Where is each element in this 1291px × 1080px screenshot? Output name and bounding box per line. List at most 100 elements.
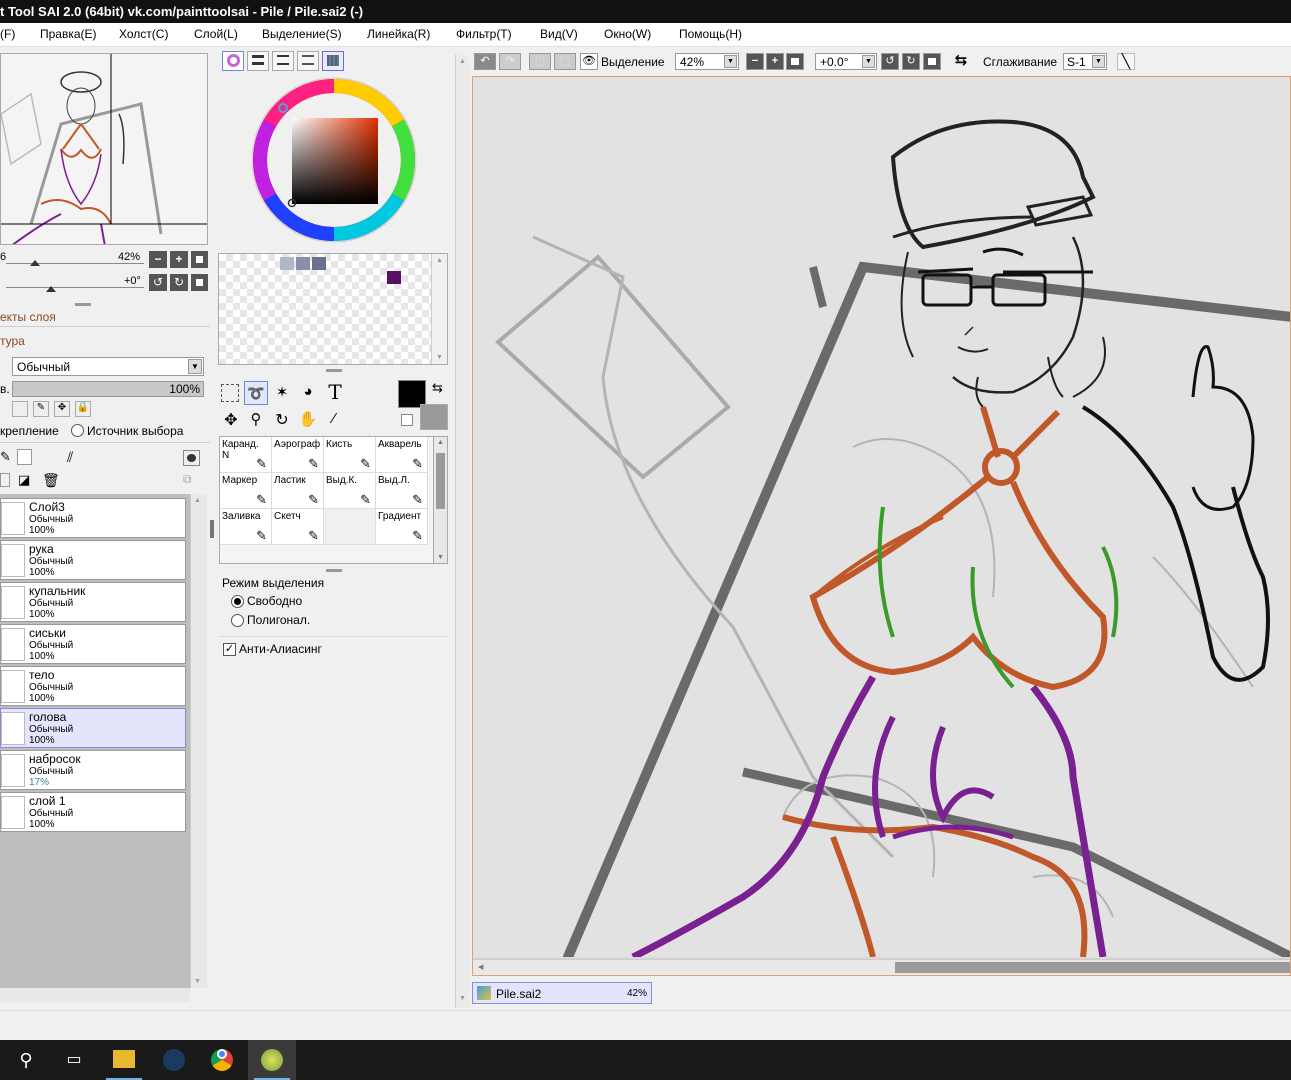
magic-wand-icon[interactable]: ✶ bbox=[272, 383, 292, 403]
lock-move-icon[interactable]: ✥ bbox=[54, 401, 70, 417]
angle-slider-thumb[interactable] bbox=[46, 286, 56, 292]
swap-colors-icon[interactable]: ⇆ bbox=[432, 380, 443, 396]
eyedropper-icon[interactable]: ⁄ bbox=[324, 410, 344, 430]
deselect-button[interactable]: ⬚ bbox=[529, 53, 551, 70]
angle-slider-track[interactable] bbox=[6, 287, 144, 288]
swatch-gray-3[interactable] bbox=[312, 257, 326, 270]
brush-slot[interactable]: Скетч ✎ bbox=[272, 509, 324, 545]
zoom-reset-button[interactable] bbox=[191, 251, 208, 268]
lasso-icon[interactable]: ➰ bbox=[244, 381, 268, 405]
background-color[interactable] bbox=[420, 404, 448, 430]
shape-icon[interactable]: ◕ bbox=[298, 383, 318, 403]
swatch-palette[interactable]: ▲ ▼ bbox=[218, 253, 448, 365]
invert-selection-button[interactable]: ⬚ bbox=[554, 53, 576, 70]
angle-select[interactable]: +0.0° ▼ bbox=[815, 53, 877, 70]
file-explorer-icon[interactable] bbox=[100, 1040, 148, 1080]
text-tool-icon[interactable]: T bbox=[324, 380, 346, 404]
painttool-sai-icon[interactable] bbox=[248, 1040, 296, 1080]
source-radio[interactable] bbox=[71, 424, 84, 437]
layer-list-hscrollbar[interactable] bbox=[0, 988, 190, 1002]
document-tab[interactable]: Pile.sai2 42% bbox=[472, 982, 652, 1004]
menu-filter[interactable]: Фильтр(T) bbox=[456, 27, 512, 41]
flip-horizontal-icon[interactable]: ⇆ bbox=[952, 53, 970, 70]
layer-effects-label[interactable]: екты слоя bbox=[0, 310, 56, 324]
brush-slot[interactable]: Аэрограф ✎ bbox=[272, 437, 324, 473]
menu-canvas[interactable]: Холст(C) bbox=[119, 27, 168, 41]
rect-select-icon[interactable] bbox=[221, 384, 239, 402]
zoom-out-button[interactable]: − bbox=[746, 53, 764, 70]
color-wheel[interactable] bbox=[250, 76, 418, 244]
move-icon[interactable]: ✥ bbox=[221, 410, 241, 430]
color-mixer-tab[interactable] bbox=[297, 51, 319, 71]
layer-row[interactable]: сиськи Обычный 100% bbox=[0, 624, 186, 664]
menu-ruler[interactable]: Линейка(R) bbox=[367, 27, 430, 41]
zoom-in-button[interactable]: + bbox=[766, 53, 784, 70]
zoom-select[interactable]: 42% ▼ bbox=[675, 53, 739, 70]
brush-slot[interactable]: Заливка ✎ bbox=[220, 509, 272, 545]
rotate-left-button[interactable]: ↺ bbox=[149, 274, 167, 291]
menu-file[interactable]: (F) bbox=[0, 27, 15, 41]
swatch-gray-2[interactable] bbox=[296, 257, 310, 270]
navigator-preview[interactable] bbox=[0, 53, 208, 245]
layer-list-scrollbar[interactable]: ▲ ▼ bbox=[190, 494, 207, 988]
brush-scrollbar[interactable]: ▲ ▼ bbox=[433, 436, 448, 564]
source-label[interactable]: Источник выбора bbox=[87, 424, 183, 438]
layer-row[interactable]: тело Обычный 100% bbox=[0, 666, 186, 706]
rotate-right-button[interactable]: ↻ bbox=[170, 274, 188, 291]
menu-help[interactable]: Помощь(H) bbox=[679, 27, 742, 41]
texture-label[interactable]: тура bbox=[0, 334, 25, 348]
new-layer-icon[interactable]: ✎ bbox=[0, 449, 11, 465]
undo-button[interactable]: ↶ bbox=[474, 53, 496, 70]
free-radio[interactable] bbox=[231, 595, 244, 608]
rotate-left-button[interactable]: ↺ bbox=[881, 53, 899, 70]
menu-selection[interactable]: Выделение(S) bbox=[262, 27, 342, 41]
canvas-hscrollbar-thumb[interactable] bbox=[895, 962, 1290, 973]
hand-tool-icon[interactable]: ✋ bbox=[298, 410, 318, 430]
zoom-slider-track[interactable] bbox=[6, 263, 144, 264]
canvas-drawing[interactable] bbox=[473, 77, 1291, 962]
menu-view[interactable]: Вид(V) bbox=[540, 27, 578, 41]
clip-label[interactable]: крепление bbox=[0, 424, 59, 438]
layer-row[interactable]: слой 1 Обычный 100% bbox=[0, 792, 186, 832]
swatch-gray-1[interactable] bbox=[280, 257, 294, 270]
color-wheel-tab[interactable] bbox=[222, 51, 244, 71]
brush-slot[interactable]: Маркер ✎ bbox=[220, 473, 272, 509]
rgb-slider-tab[interactable] bbox=[247, 51, 269, 71]
canvas-viewport[interactable]: ◀ bbox=[472, 76, 1291, 976]
swatch-purple[interactable] bbox=[387, 271, 401, 284]
task-view-icon[interactable]: ▭ bbox=[50, 1040, 98, 1080]
lock-paint-icon[interactable]: ✎ bbox=[33, 401, 49, 417]
splitter-handle[interactable] bbox=[326, 569, 342, 572]
scroll-down-icon[interactable]: ▼ bbox=[194, 978, 201, 985]
layer-mask-icon[interactable] bbox=[183, 450, 200, 466]
polygon-label[interactable]: Полигонал. bbox=[247, 613, 310, 627]
layer-row[interactable]: голова Обычный 100% bbox=[0, 708, 186, 748]
copy-layer-icon[interactable] bbox=[0, 473, 10, 487]
menu-layer[interactable]: Слой(L) bbox=[194, 27, 238, 41]
brush-slot[interactable]: Каранд. N ✎ bbox=[220, 437, 272, 473]
panel-splitter[interactable] bbox=[210, 520, 214, 538]
free-label[interactable]: Свободно bbox=[247, 594, 302, 608]
swatches-tab[interactable] bbox=[322, 51, 344, 71]
new-folder-icon[interactable] bbox=[17, 449, 32, 465]
polygon-radio[interactable] bbox=[231, 614, 244, 627]
search-icon[interactable]: ⚲ bbox=[2, 1040, 50, 1080]
brush-slot[interactable]: Выд.Л. ✎ bbox=[376, 473, 428, 509]
ruler-layer-icon[interactable]: ⫽ bbox=[67, 449, 85, 465]
trash-icon[interactable]: 🗑 bbox=[42, 472, 60, 488]
splitter-handle[interactable] bbox=[75, 303, 91, 306]
antialias-label[interactable]: Анти-Алиасинг bbox=[239, 642, 322, 656]
zoom-in-button[interactable]: + bbox=[170, 251, 188, 268]
zoom-out-button[interactable]: − bbox=[149, 251, 167, 268]
layer-row[interactable]: рука Обычный 100% bbox=[0, 540, 186, 580]
rotate-reset-button[interactable] bbox=[191, 274, 208, 291]
layer-row[interactable]: Слой3 Обычный 100% bbox=[0, 498, 186, 538]
lock-all-icon[interactable]: 🔒 bbox=[75, 401, 91, 417]
mid-panel-scrollbar[interactable]: ▲ ▼ bbox=[455, 55, 469, 1008]
brush-slot[interactable] bbox=[324, 509, 376, 545]
layer-row[interactable]: набросок Обычный 17% bbox=[0, 750, 186, 790]
scroll-left-icon[interactable]: ◀ bbox=[478, 963, 483, 971]
canvas-hscrollbar[interactable]: ◀ bbox=[473, 959, 1290, 975]
eye-icon[interactable]: 👁 bbox=[580, 53, 598, 70]
zoom-reset-button[interactable] bbox=[786, 53, 804, 70]
